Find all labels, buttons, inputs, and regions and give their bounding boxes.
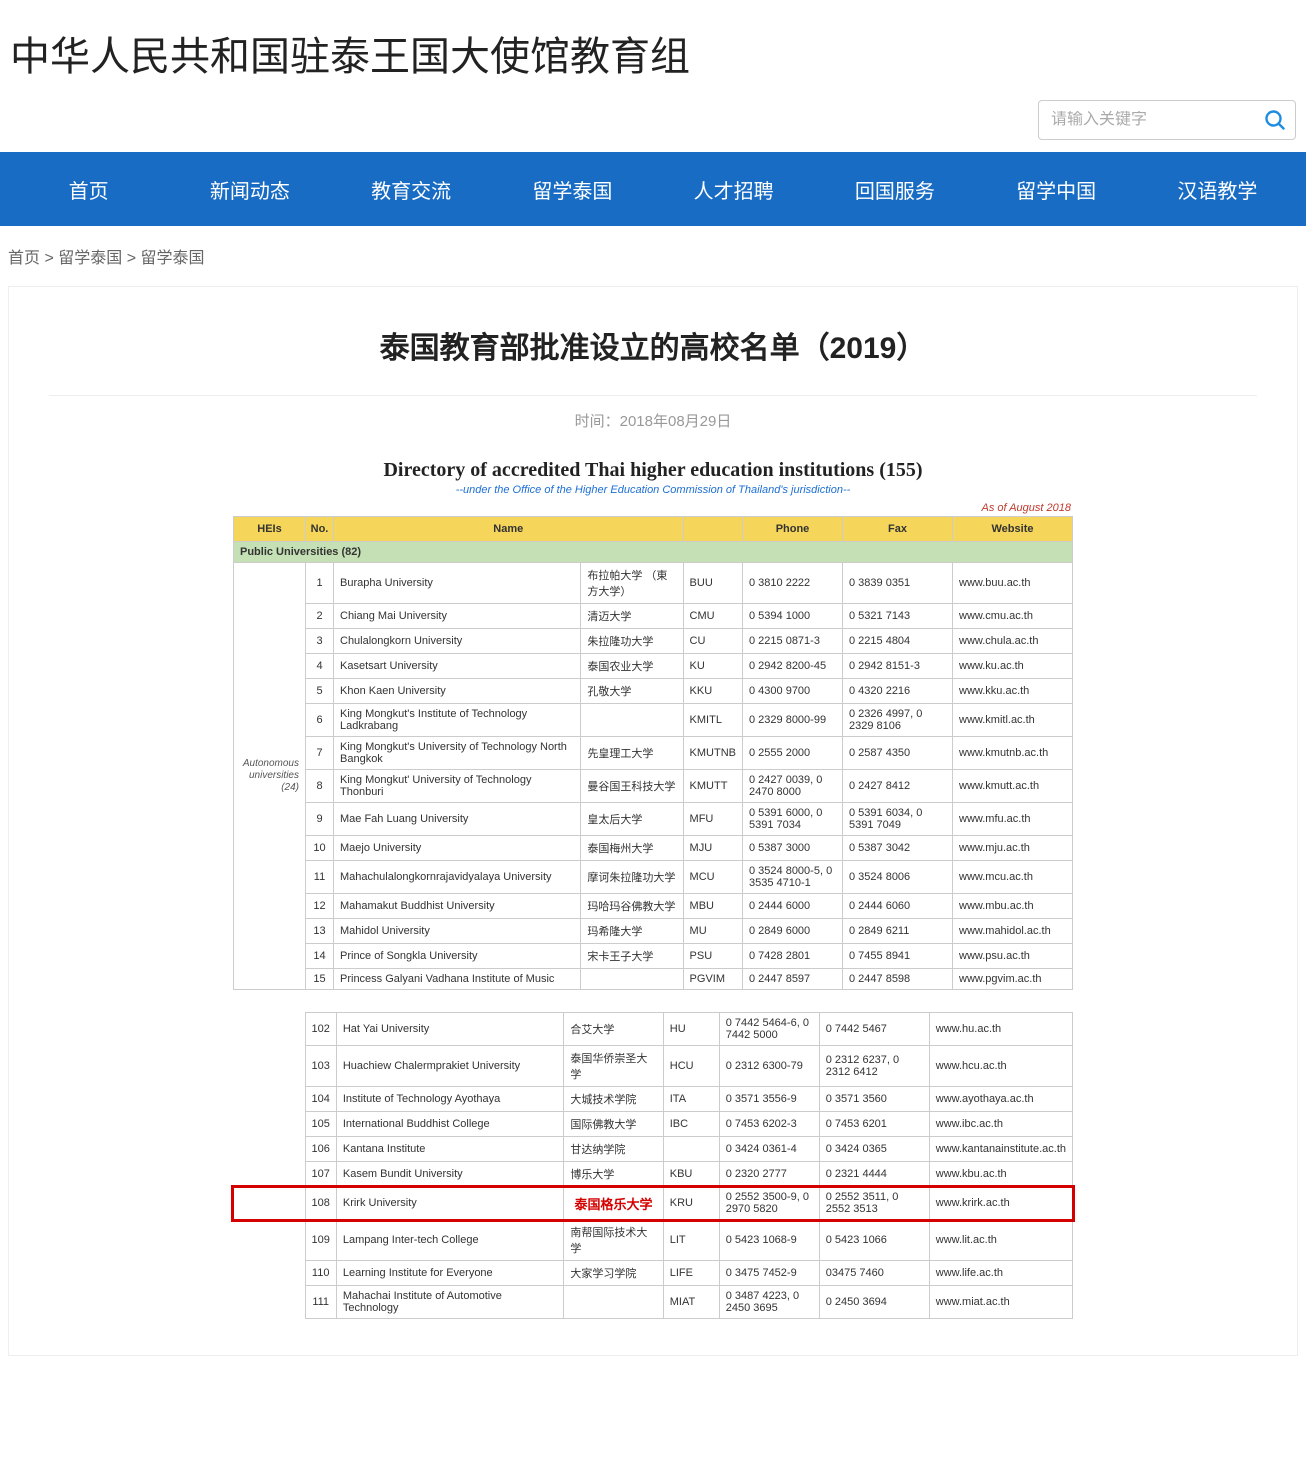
breadcrumb-home[interactable]: 首页 [8, 250, 40, 267]
th-web: Website [953, 517, 1073, 542]
nav-item-3[interactable]: 留学泰国 [492, 175, 653, 204]
table-row: 11Mahachulalongkornrajavidyalaya Univers… [234, 861, 1073, 894]
content-card: 泰国教育部批准设立的高校名单（2019） 时间：2018年08月29日 Dire… [8, 286, 1298, 1356]
table-row: 3Chulalongkorn University朱拉隆功大学CU0 2215 … [234, 629, 1073, 654]
table-row: 5Khon Kaen University孔敬大学KKU0 4300 97000… [234, 679, 1073, 704]
as-of-label: As of August 2018 [233, 502, 1073, 514]
th-name: Name [334, 517, 684, 542]
table-row: 15Princess Galyani Vadhana Institute of … [234, 969, 1073, 990]
breadcrumb: 首页 > 留学泰国 > 留学泰国 [0, 226, 1306, 286]
table-row: 13Mahidol University玛希隆大学MU0 2849 60000 … [234, 919, 1073, 944]
directory-table: HEIs No. Name Phone Fax Website Public U… [233, 516, 1073, 990]
nav-item-5[interactable]: 回国服务 [814, 175, 975, 204]
directory-table-2: 102Hat Yai University合艾大学HU0 7442 5464-6… [233, 1012, 1073, 1319]
rowgroup-label: Autonomousuniversities(24) [234, 563, 306, 990]
th-phone: Phone [743, 517, 843, 542]
table-row: 109Lampang Inter-tech College南帮国际技术大学LIT… [233, 1220, 1073, 1261]
nav-item-1[interactable]: 新闻动态 [169, 175, 330, 204]
th-no: No. [306, 517, 334, 542]
table-row: 107Kasem Bundit University博乐大学KBU0 2320 … [233, 1162, 1073, 1187]
table-row: 6King Mongkut's Institute of Technology … [234, 704, 1073, 737]
table-row: 7King Mongkut's University of Technology… [234, 737, 1073, 770]
table-row: 106Kantana Institute甘达纳学院0 3424 0361-40 … [233, 1137, 1073, 1162]
navbar: 首页新闻动态教育交流留学泰国人才招聘回国服务留学中国汉语教学 [0, 152, 1306, 226]
nav-item-0[interactable]: 首页 [8, 175, 169, 204]
table-row: 110Learning Institute for Everyone大家学习学院… [233, 1261, 1073, 1286]
search-box[interactable] [1038, 100, 1296, 140]
divider [49, 395, 1257, 396]
table-row: 14Prince of Songkla University宋卡王子大学PSU0… [234, 944, 1073, 969]
table-row: 12Mahamakut Buddhist University玛哈玛谷佛教大学M… [234, 894, 1073, 919]
breadcrumb-cat[interactable]: 留学泰国 [58, 250, 122, 267]
search-icon[interactable] [1263, 108, 1287, 132]
table-row: Autonomousuniversities(24)1Burapha Unive… [234, 563, 1073, 604]
directory-subtitle: --under the Office of the Higher Educati… [233, 484, 1073, 496]
directory-title: Directory of accredited Thai higher educ… [233, 459, 1073, 482]
table-row: 10Maejo University泰国梅州大学MJU0 5387 30000 … [234, 836, 1073, 861]
section-row-public: Public Universities (82) [234, 542, 1073, 563]
search-input[interactable] [1051, 111, 1263, 129]
article-time: 时间：2018年08月29日 [49, 410, 1257, 431]
breadcrumb-sub[interactable]: 留学泰国 [141, 250, 205, 267]
nav-item-7[interactable]: 汉语教学 [1137, 175, 1298, 204]
table-row: 2Chiang Mai University清迈大学CMU0 5394 1000… [234, 604, 1073, 629]
table-row: 102Hat Yai University合艾大学HU0 7442 5464-6… [233, 1013, 1073, 1046]
nav-item-4[interactable]: 人才招聘 [653, 175, 814, 204]
th-heis: HEIs [234, 517, 306, 542]
table-row: 9Mae Fah Luang University皇太后大学MFU0 5391 … [234, 803, 1073, 836]
site-title: 中华人民共和国驻泰王国大使馆教育组 [0, 0, 1306, 92]
breadcrumb-sep: > [127, 250, 141, 267]
breadcrumb-sep: > [44, 250, 58, 267]
table-row: 105International Buddhist College国际佛教大学I… [233, 1112, 1073, 1137]
table-row: 4Kasetsart University泰国农业大学KU0 2942 8200… [234, 654, 1073, 679]
table-row: 108Krirk University泰国格乐大学KRU0 2552 3500-… [233, 1187, 1073, 1220]
table-row: 104Institute of Technology Ayothaya大城技术学… [233, 1087, 1073, 1112]
highlight-label: 泰国格乐大学 [575, 1194, 653, 1213]
th-fax: Fax [843, 517, 953, 542]
table-row: 8King Mongkut' University of Technology … [234, 770, 1073, 803]
table-row: 103Huachiew Chalermprakiet University泰国华… [233, 1046, 1073, 1087]
table-row: 111Mahachai Institute of Automotive Tech… [233, 1286, 1073, 1319]
nav-item-6[interactable]: 留学中国 [976, 175, 1137, 204]
nav-item-2[interactable]: 教育交流 [331, 175, 492, 204]
article-title: 泰国教育部批准设立的高校名单（2019） [49, 323, 1257, 367]
